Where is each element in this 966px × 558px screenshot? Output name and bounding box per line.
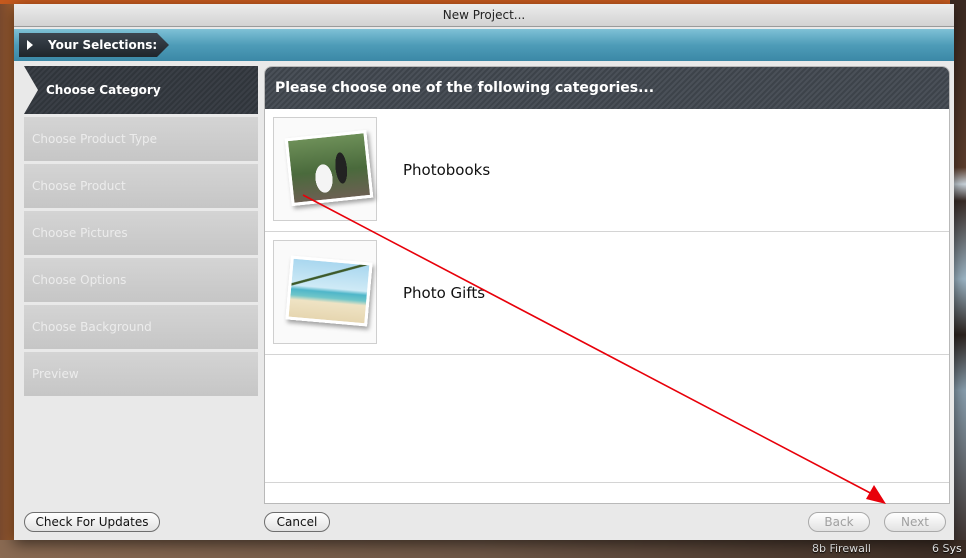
nav-step-choose-product-type: Choose Product Type [24,117,258,161]
nav-step-preview: Preview [24,352,258,396]
photobooks-thumbnail[interactable] [273,117,377,221]
nav-step-label: Choose Background [32,320,152,334]
nav-step-label: Choose Options [32,273,127,287]
category-row-photo-gifts[interactable]: Photo Gifts [265,232,949,355]
category-row-photobooks[interactable]: Photobooks [265,109,949,232]
selections-label: Your Selections: [48,38,158,52]
step-navigation: Choose Category Choose Product Type Choo… [24,66,258,399]
nav-step-choose-category[interactable]: Choose Category [24,66,258,114]
nav-step-label: Choose Product [32,179,126,193]
nav-step-label: Choose Category [46,83,161,97]
nav-step-choose-product: Choose Product [24,164,258,208]
nav-step-label: Choose Product Type [32,132,158,146]
nav-step-choose-options: Choose Options [24,258,258,302]
check-for-updates-button[interactable]: Check For Updates [24,512,160,532]
nav-step-label: Preview [32,367,79,381]
wedding-photo-icon [284,129,374,207]
nav-step-choose-pictures: Choose Pictures [24,211,258,255]
back-button[interactable]: Back [808,512,870,532]
photo-gifts-thumbnail[interactable] [273,240,377,344]
next-button[interactable]: Next [884,512,946,532]
taskbar-item-sys[interactable]: 6 Sys [932,542,962,555]
window-title: New Project... [14,4,954,27]
category-label-photo-gifts[interactable]: Photo Gifts [403,232,485,354]
category-panel: Please choose one of the following categ… [264,66,950,504]
selections-bar: Your Selections: [14,29,954,61]
nav-step-label: Choose Pictures [32,226,128,240]
disclosure-triangle-icon[interactable] [27,40,33,50]
panel-heading: Please choose one of the following categ… [265,67,949,109]
taskbar-item-firewall[interactable]: 8b Firewall [812,542,871,555]
panel-footer [265,482,949,503]
category-label-photobooks[interactable]: Photobooks [403,109,490,231]
beach-photo-icon [285,255,373,327]
new-project-window: New Project... Your Selections: Choose C… [14,4,954,540]
nav-step-choose-background: Choose Background [24,305,258,349]
cancel-button[interactable]: Cancel [264,512,330,532]
